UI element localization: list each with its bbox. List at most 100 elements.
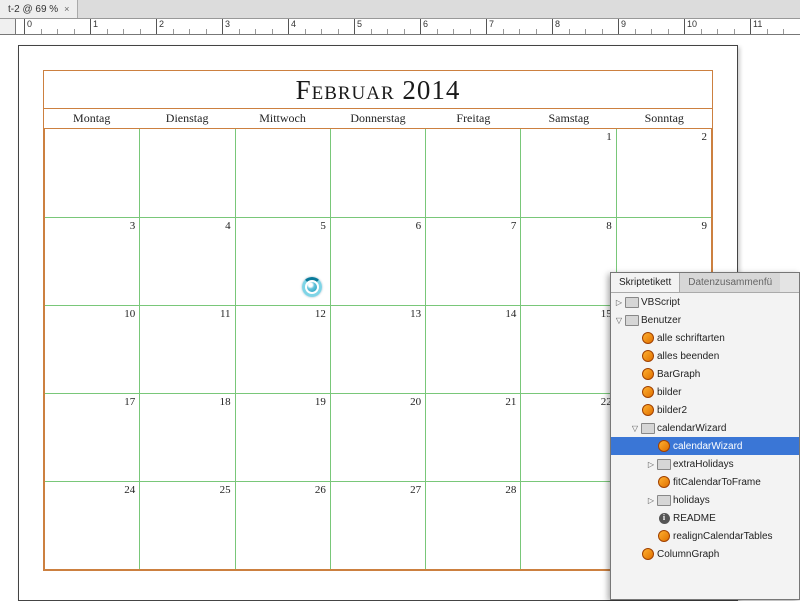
calendar-cell[interactable]: 28 (425, 481, 520, 569)
tree-item-label: alle schriftarten (657, 333, 725, 344)
day-number: 20 (410, 396, 421, 408)
calendar-cell[interactable]: 6 (330, 217, 425, 305)
day-number: 11 (220, 308, 231, 320)
tree-item-calendarwizard[interactable]: ▽ calendarWizard (611, 419, 799, 437)
ruler-tick: 10 (684, 19, 697, 35)
horizontal-ruler: 01234567891011 (0, 19, 800, 35)
day-number: 21 (505, 396, 516, 408)
calendar-cell[interactable]: 10 (45, 305, 139, 393)
calendar-cell[interactable] (139, 129, 234, 217)
calendar-cell[interactable]: 13 (330, 305, 425, 393)
weekday-label: Montag (44, 109, 139, 128)
weekday-label: Mittwoch (235, 109, 330, 128)
day-number: 4 (225, 220, 231, 232)
tree-item-extraholidays[interactable]: ▷extraHolidays (611, 455, 799, 473)
tree-item-label: calendarWizard (657, 423, 726, 434)
tree-item-label: VBScript (641, 297, 680, 308)
tree-item-alles-beenden[interactable]: alles beenden (611, 347, 799, 365)
tree-item-bilder[interactable]: bilder (611, 383, 799, 401)
day-number: 14 (505, 308, 516, 320)
weekday-label: Sonntag (617, 109, 712, 128)
tree-item-bilder2[interactable]: bilder2 (611, 401, 799, 419)
scripts-panel[interactable]: Skriptetikett Datenzusammenfü ▷ VBScript ▽… (610, 272, 800, 600)
document-tab-bar: t-2 @ 69 % × (0, 0, 800, 19)
calendar-cell[interactable]: 19 (235, 393, 330, 481)
tree-item-columngraph[interactable]: ColumnGraph (611, 545, 799, 563)
calendar-title: Februar 2014 (44, 71, 712, 108)
weekday-label: Samstag (521, 109, 616, 128)
ruler-tick: 11 (750, 19, 762, 35)
calendar-cell[interactable]: 8 (520, 217, 615, 305)
chevron-right-icon[interactable]: ▷ (645, 460, 657, 469)
calendar-cell[interactable]: 14 (425, 305, 520, 393)
calendar-cell[interactable]: 11 (139, 305, 234, 393)
folder-icon (657, 494, 671, 506)
ruler-tick: 6 (420, 19, 428, 35)
script-icon (641, 404, 655, 416)
calendar-cell[interactable]: 12 (235, 305, 330, 393)
chevron-down-icon[interactable]: ▽ (629, 424, 641, 433)
tree-item-vbscript[interactable]: ▷ VBScript (611, 293, 799, 311)
day-number: 1 (606, 131, 612, 143)
tree-item-readme[interactable]: README (611, 509, 799, 527)
script-icon (641, 368, 655, 380)
calendar-cell[interactable] (520, 481, 615, 569)
info-icon (657, 512, 671, 524)
calendar-cell[interactable]: 20 (330, 393, 425, 481)
calendar-cell[interactable]: 17 (45, 393, 139, 481)
calendar-cell[interactable]: 25 (139, 481, 234, 569)
calendar-cell[interactable]: 3 (45, 217, 139, 305)
calendar-cell[interactable]: 7 (425, 217, 520, 305)
tree-item-fitcalendartoframe[interactable]: fitCalendarToFrame (611, 473, 799, 491)
calendar-cell[interactable] (330, 129, 425, 217)
day-number: 2 (701, 131, 707, 143)
script-icon (641, 350, 655, 362)
calendar-cell[interactable] (235, 129, 330, 217)
day-number: 19 (315, 396, 326, 408)
chevron-right-icon[interactable]: ▷ (613, 298, 625, 307)
calendar-cell[interactable]: 24 (45, 481, 139, 569)
weekday-label: Freitag (426, 109, 521, 128)
calendar-cell[interactable]: 2 (616, 129, 711, 217)
tab-script-label[interactable]: Skriptetikett (611, 273, 680, 292)
script-icon (641, 332, 655, 344)
calendar-cell[interactable] (425, 129, 520, 217)
calendar-cell[interactable]: 22 (520, 393, 615, 481)
tree-item-label: alles beenden (657, 351, 719, 362)
ruler-tick: 0 (24, 19, 32, 35)
calendar-cell[interactable]: 26 (235, 481, 330, 569)
document-tab[interactable]: t-2 @ 69 % × (0, 0, 78, 18)
tree-item-realigncalendartables[interactable]: realignCalendarTables (611, 527, 799, 545)
day-number: 3 (130, 220, 136, 232)
script-icon (641, 386, 655, 398)
calendar-cell[interactable]: 4 (139, 217, 234, 305)
tree-item-bargraph[interactable]: BarGraph (611, 365, 799, 383)
calendar-cell[interactable]: 18 (139, 393, 234, 481)
tab-data-merge[interactable]: Datenzusammenfü (680, 273, 780, 292)
calendar-cell[interactable]: 15 (520, 305, 615, 393)
day-number: 25 (220, 484, 231, 496)
calendar-cell[interactable]: 27 (330, 481, 425, 569)
calendar-cell[interactable]: 1 (520, 129, 615, 217)
ruler-tick: 4 (288, 19, 296, 35)
weekday-label: Dienstag (139, 109, 234, 128)
chevron-down-icon[interactable]: ▽ (613, 316, 625, 325)
tree-item-label: realignCalendarTables (673, 531, 773, 542)
calendar-cell[interactable]: 21 (425, 393, 520, 481)
day-number: 7 (511, 220, 517, 232)
tree-item-holidays[interactable]: ▷holidays (611, 491, 799, 509)
ruler-origin-icon[interactable] (0, 19, 16, 35)
tree-item-benutzer[interactable]: ▽Benutzer (611, 311, 799, 329)
day-number: 13 (410, 308, 421, 320)
tree-item-calendarwizard[interactable]: calendarWizard (611, 437, 799, 455)
scripts-tree[interactable]: ▷ VBScript ▽Benutzer alle schriftarten alles… (611, 293, 799, 597)
close-icon[interactable]: × (64, 4, 69, 14)
tree-item-alle-schriftarten[interactable]: alle schriftarten (611, 329, 799, 347)
tab-label: t-2 @ 69 % (8, 4, 58, 15)
calendar-cell[interactable] (45, 129, 139, 217)
chevron-right-icon[interactable]: ▷ (645, 496, 657, 505)
ruler-tick: 9 (618, 19, 626, 35)
day-number: 24 (124, 484, 135, 496)
ruler-tick: 1 (90, 19, 98, 35)
tree-item-label: bilder (657, 387, 681, 398)
